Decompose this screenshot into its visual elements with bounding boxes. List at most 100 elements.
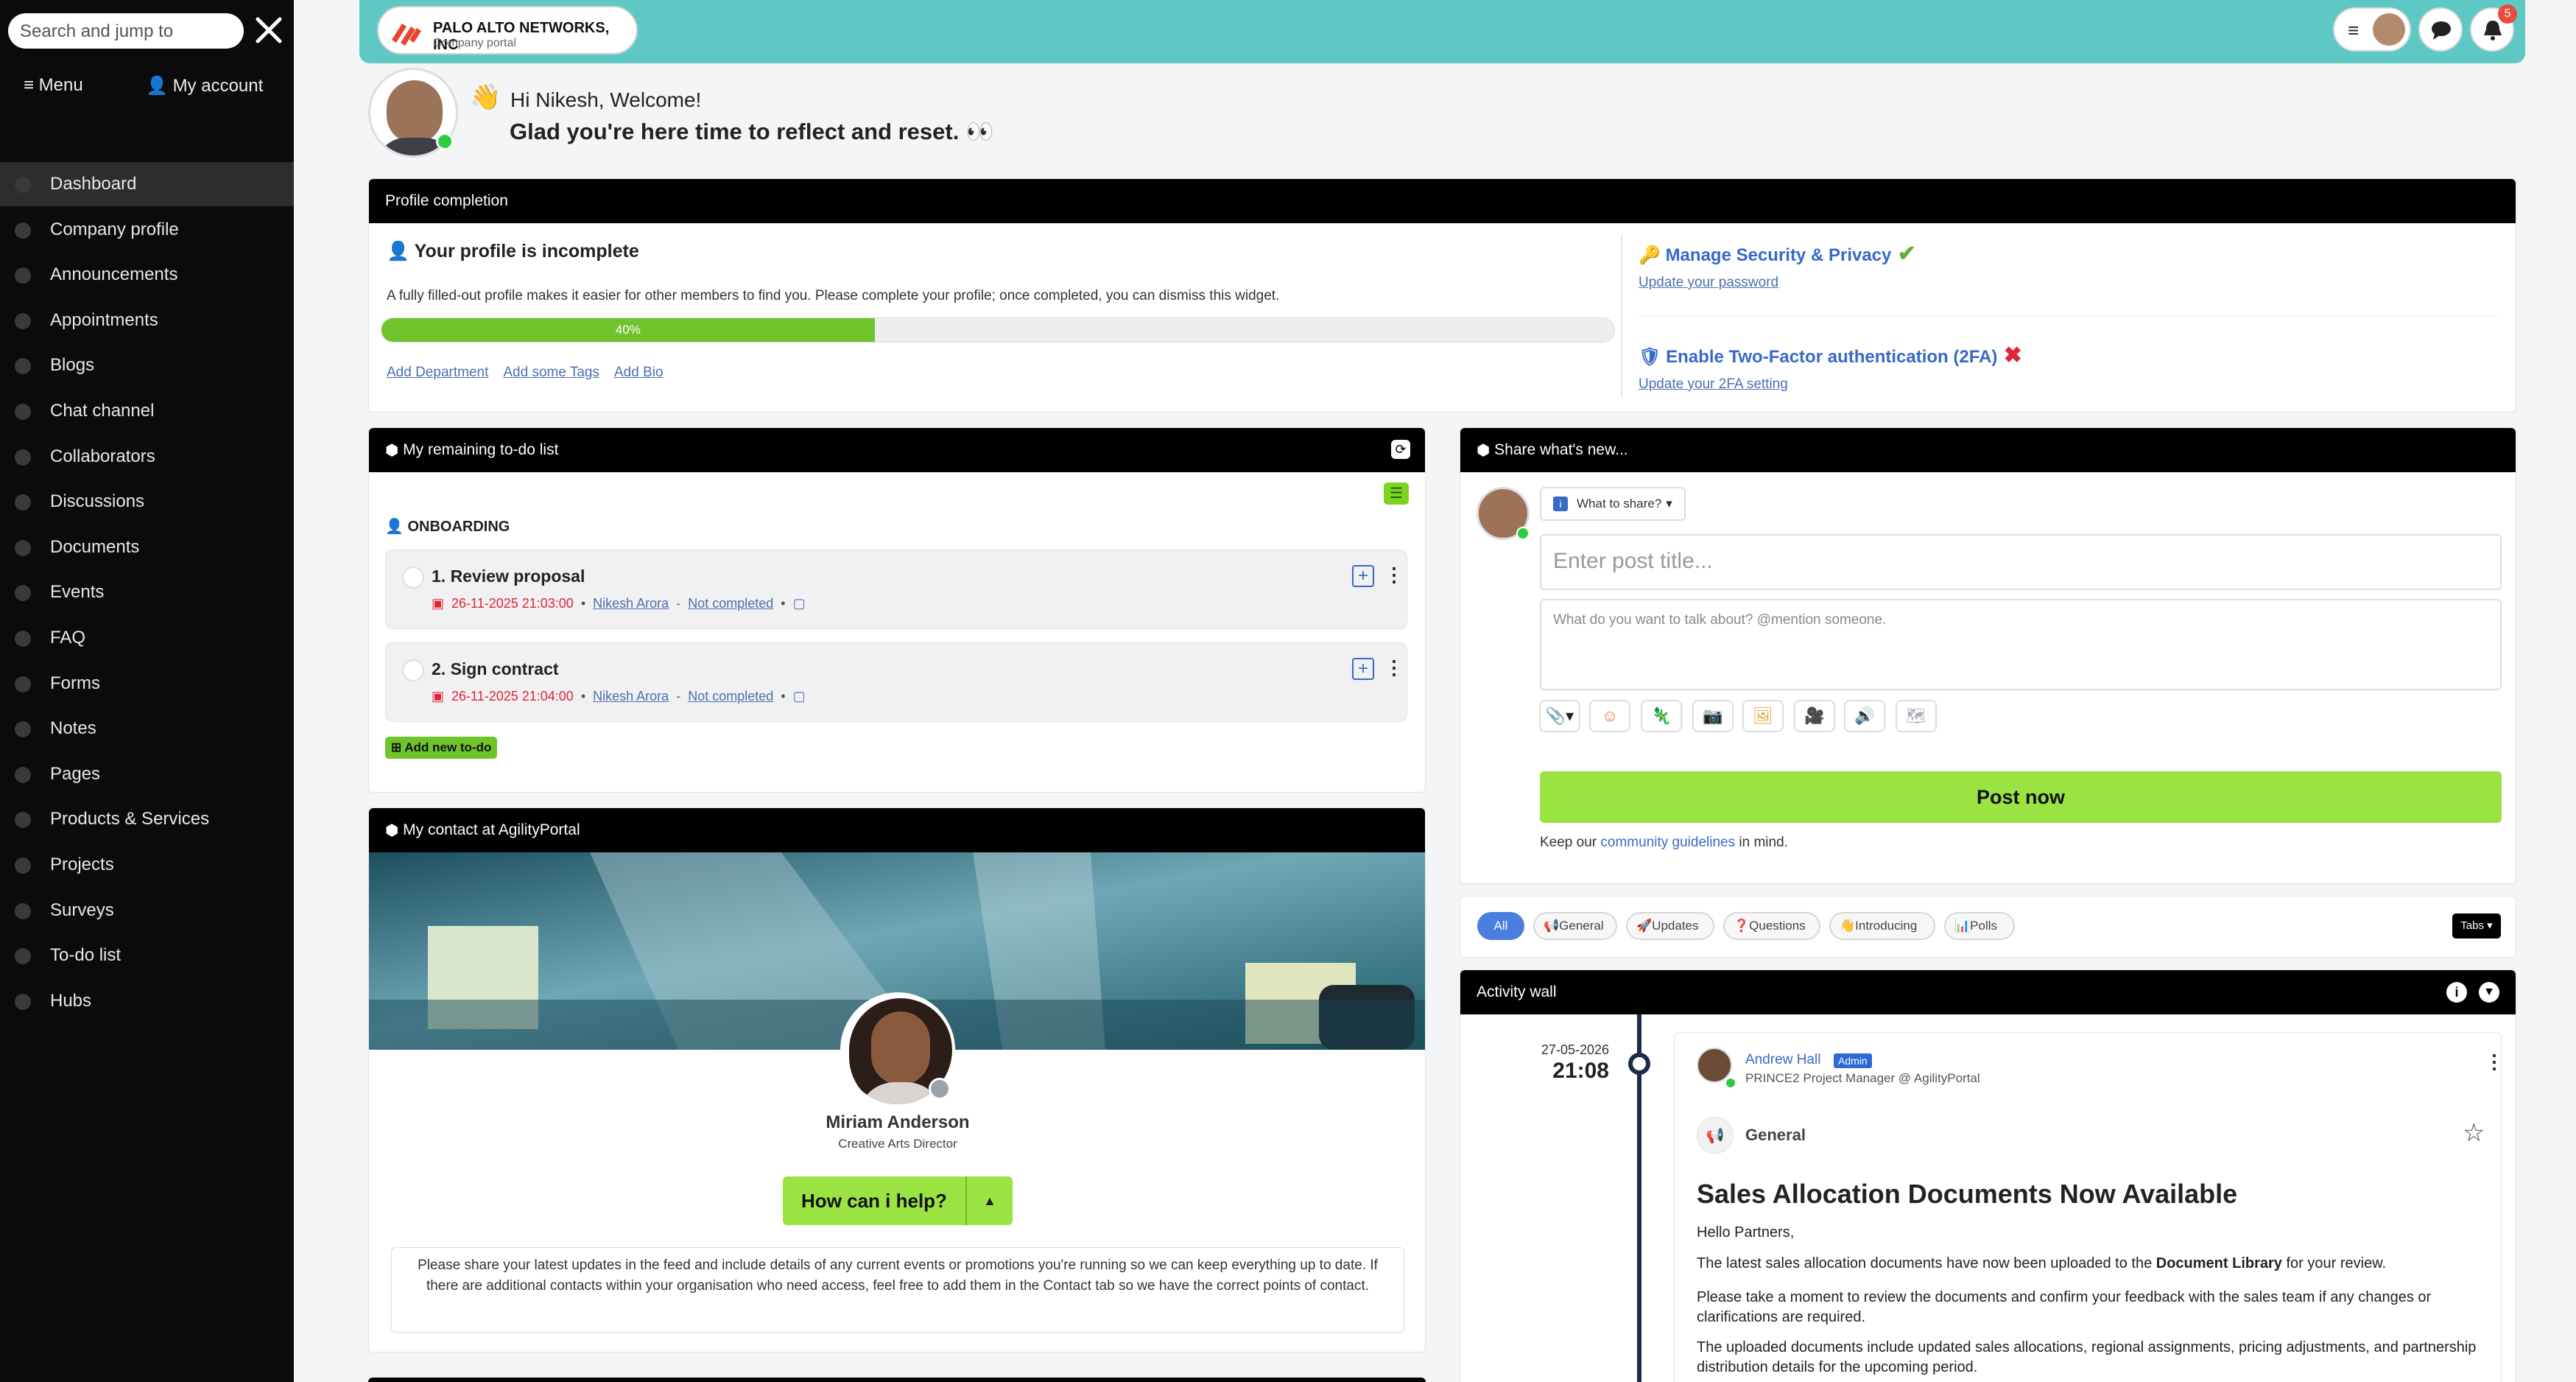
sidebar-item-products-services[interactable]: Products & Services bbox=[0, 797, 294, 841]
close-icon[interactable] bbox=[250, 12, 287, 49]
security-title[interactable]: 🔑 Manage Security & Privacy ✔ bbox=[1639, 241, 1916, 267]
note-icon[interactable]: ▢ bbox=[793, 689, 806, 704]
next-card-edge bbox=[368, 1378, 1426, 1382]
filter-introducing[interactable]: 👋 Introducing bbox=[1829, 912, 1935, 940]
author-name[interactable]: Andrew Hall bbox=[1745, 1052, 1820, 1068]
search-input[interactable]: Search and jump to bbox=[8, 13, 244, 49]
my-account-button[interactable]: 👤 My account bbox=[146, 75, 263, 97]
sidebar-item-dashboard[interactable]: Dashboard bbox=[0, 162, 294, 206]
more-options-icon[interactable]: ⋮ bbox=[1384, 564, 1404, 586]
filter-updates[interactable]: 🚀 Updates bbox=[1626, 912, 1714, 940]
chat-button[interactable] bbox=[2418, 7, 2463, 52]
list-view-icon[interactable]: ☰ bbox=[1384, 483, 1409, 505]
video-tool[interactable]: 🎥 bbox=[1794, 700, 1835, 732]
user-menu-button[interactable]: ≡ bbox=[2333, 7, 2411, 52]
sidebar-item-company-profile[interactable]: Company profile bbox=[0, 208, 294, 252]
caret-up-icon[interactable]: ▲ bbox=[967, 1176, 1013, 1225]
card-title: My contact at AgilityPortal bbox=[403, 821, 580, 838]
company-brand[interactable]: PALO ALTO NETWORKS, INC Company portal bbox=[377, 6, 638, 55]
note-icon[interactable]: ▢ bbox=[793, 596, 806, 611]
welcome-message: Glad you're here time to reflect and res… bbox=[510, 119, 994, 144]
text: The latest sales allocation documents ha… bbox=[1697, 1255, 2153, 1271]
tabs-dropdown[interactable]: Tabs ▾ bbox=[2452, 913, 2501, 939]
star-icon[interactable]: ☆ bbox=[2463, 1118, 2485, 1148]
what-to-share-dropdown[interactable]: i What to share? ▾ bbox=[1540, 487, 1686, 521]
update-password-link[interactable]: Update your password bbox=[1639, 275, 1778, 291]
list-icon bbox=[15, 948, 31, 965]
emoji-tool[interactable]: ☺ bbox=[1589, 700, 1630, 732]
filter-polls[interactable]: 📊 Polls bbox=[1944, 912, 2015, 940]
add-subtask-icon[interactable]: + bbox=[1352, 658, 1374, 680]
sidebar-item-announcements[interactable]: Announcements bbox=[0, 253, 294, 297]
sidebar-item-discussions[interactable]: Discussions bbox=[0, 480, 294, 524]
sidebar-item-events[interactable]: Events bbox=[0, 570, 294, 614]
sidebar-item-appointments[interactable]: Appointments bbox=[0, 298, 294, 343]
refresh-icon[interactable]: ⟳ bbox=[1391, 440, 1410, 459]
map-tool[interactable]: 🗺 bbox=[1896, 700, 1937, 732]
filter-questions[interactable]: ❓ Questions bbox=[1723, 912, 1820, 940]
profile-title-text: Your profile is incomplete bbox=[414, 241, 639, 262]
todo-group-label: ONBOARDING bbox=[407, 519, 510, 535]
post-body-input[interactable]: What do you want to talk about? @mention… bbox=[1540, 599, 2502, 690]
todo-checkbox[interactable] bbox=[402, 567, 424, 589]
sidebar-item-notes[interactable]: Notes bbox=[0, 706, 294, 751]
sidebar-item-surveys[interactable]: Surveys bbox=[0, 888, 294, 933]
sidebar-item-pages[interactable]: Pages bbox=[0, 752, 294, 796]
notifications-button[interactable]: 5 bbox=[2470, 4, 2517, 52]
help-button[interactable]: How can i help? bbox=[783, 1176, 965, 1225]
update-2fa-link[interactable]: Update your 2FA setting bbox=[1639, 376, 1788, 393]
card-title: Share what's new... bbox=[1494, 441, 1628, 458]
admin-badge: Admin bbox=[1834, 1053, 1872, 1068]
todo-status-link[interactable]: Not completed bbox=[688, 596, 773, 611]
filter-general[interactable]: 📢 General bbox=[1533, 912, 1617, 940]
todo-item[interactable]: 2. Sign contract ▣ 26-11-2025 21:04:00 • Nik… bbox=[385, 642, 1407, 722]
add-todo-button[interactable]: ⊞ Add new to-do bbox=[385, 737, 498, 759]
post-category: General bbox=[1745, 1126, 1806, 1144]
audio-tool[interactable]: 🔊 bbox=[1844, 700, 1885, 732]
contact-note: Please share your latest updates in the … bbox=[391, 1247, 1404, 1333]
sidebar-item-forms[interactable]: Forms bbox=[0, 662, 294, 706]
todo-owner-link[interactable]: Nikesh Arora bbox=[593, 596, 669, 611]
sidebar: Search and jump to ≡ Menu 👤 My account D… bbox=[0, 0, 294, 1382]
todo-owner-link[interactable]: Nikesh Arora bbox=[593, 689, 669, 704]
contact-role: Creative Arts Director bbox=[838, 1137, 957, 1151]
todo-status-link[interactable]: Not completed bbox=[688, 689, 773, 704]
sidebar-item-faq[interactable]: FAQ bbox=[0, 616, 294, 660]
sidebar-item-to-do-list[interactable]: To-do list bbox=[0, 933, 294, 978]
add-subtask-icon[interactable]: + bbox=[1352, 565, 1374, 587]
sidebar-item-projects[interactable]: Projects bbox=[0, 843, 294, 887]
filter-all[interactable]: All bbox=[1477, 912, 1524, 940]
info-icon[interactable]: i bbox=[2446, 982, 2467, 1003]
cube-icon: ⬢ bbox=[1477, 441, 1495, 459]
project-icon bbox=[15, 857, 31, 874]
user-gear-icon: 👤 bbox=[146, 76, 173, 96]
sidebar-item-chat-channel[interactable]: Chat channel bbox=[0, 389, 294, 433]
post-now-button[interactable]: Post now bbox=[1540, 771, 2502, 823]
camera-tool[interactable]: 📷 bbox=[1692, 700, 1734, 732]
card-header: Profile completion bbox=[369, 179, 2516, 223]
menu-button[interactable]: ≡ Menu bbox=[24, 75, 83, 96]
company-logo-icon bbox=[392, 24, 421, 46]
more-options-icon[interactable]: ⋮ bbox=[2485, 1050, 2504, 1073]
attach-tool[interactable]: 📎▾ bbox=[1539, 700, 1580, 732]
image-tool[interactable]: 🖼 bbox=[1742, 700, 1784, 732]
sidebar-item-collaborators[interactable]: Collaborators bbox=[0, 435, 294, 479]
sidebar-item-blogs[interactable]: Blogs bbox=[0, 343, 294, 387]
post-title-input[interactable]: Enter post title... bbox=[1540, 534, 2502, 590]
add-todo-label: Add new to-do bbox=[404, 740, 492, 754]
author-role: PRINCE2 Project Manager @ AgilityPortal bbox=[1745, 1071, 1980, 1085]
card-title: Profile completion bbox=[385, 192, 508, 209]
sidebar-item-documents[interactable]: Documents bbox=[0, 525, 294, 569]
todo-checkbox[interactable] bbox=[402, 659, 424, 681]
filter-icon[interactable]: ▼ bbox=[2479, 982, 2499, 1003]
add-tags-link[interactable]: Add some Tags bbox=[503, 365, 599, 381]
text: for your review. bbox=[2286, 1255, 2387, 1271]
more-options-icon[interactable]: ⋮ bbox=[1384, 656, 1404, 679]
gif-tool[interactable]: 🦎 bbox=[1641, 700, 1682, 732]
add-bio-link[interactable]: Add Bio bbox=[614, 365, 664, 381]
sidebar-item-hubs[interactable]: Hubs bbox=[0, 979, 294, 1023]
community-guidelines-link[interactable]: community guidelines bbox=[1600, 835, 1735, 850]
add-department-link[interactable]: Add Department bbox=[387, 365, 488, 381]
todo-item[interactable]: 1. Review proposal ▣ 26-11-2025 21:03:00 • N… bbox=[385, 550, 1407, 629]
twofa-title[interactable]: 🛡 Enable Two-Factor authentication (2FA)… bbox=[1639, 343, 2022, 368]
